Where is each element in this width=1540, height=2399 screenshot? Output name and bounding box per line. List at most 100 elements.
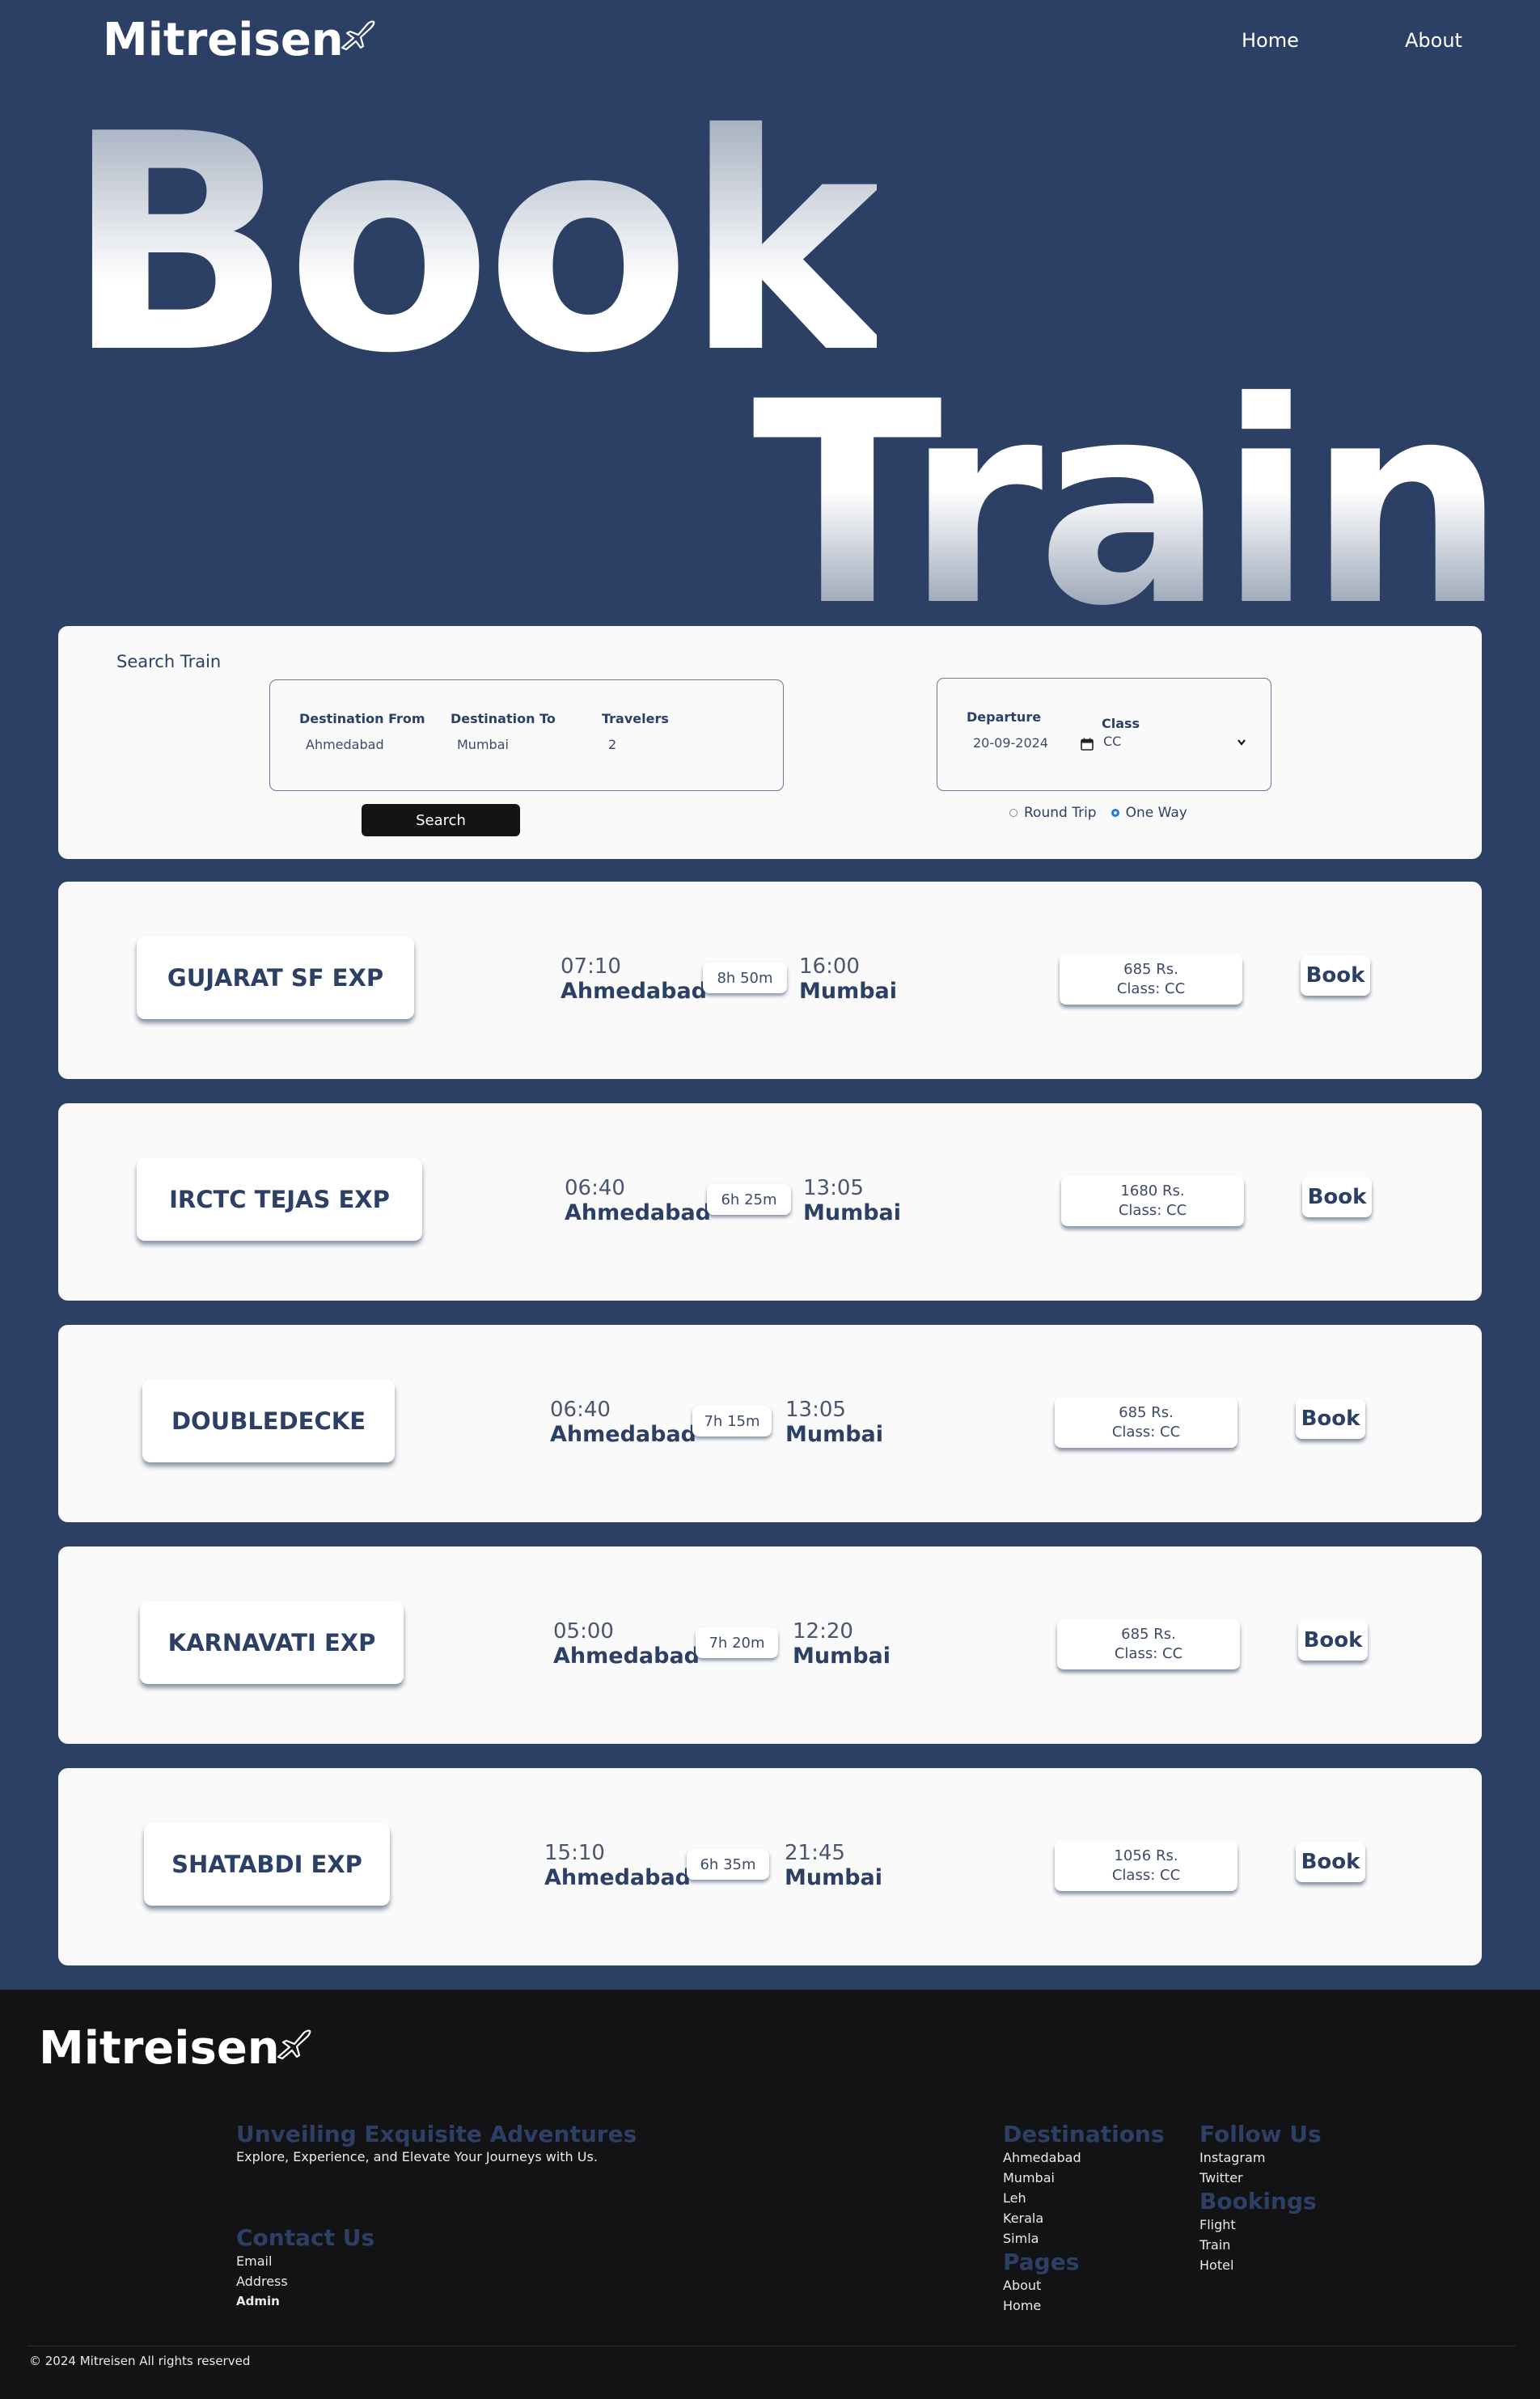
chevron-down-icon — [1238, 739, 1246, 746]
booking-link-flight[interactable]: Flight — [1199, 2215, 1322, 2235]
to-input[interactable]: Mumbai — [457, 737, 509, 752]
site-logo[interactable]: Mitreisen — [103, 11, 376, 68]
departure-time: 06:40 — [550, 1398, 611, 1422]
nav-about-link[interactable]: About — [1405, 29, 1462, 52]
train-name: KARNAVATI EXP — [140, 1601, 404, 1684]
arrival-time: 12:20 — [793, 1619, 853, 1644]
train-name: SHATABDI EXP — [144, 1823, 390, 1906]
fare-price: 685 Rs. — [1121, 1625, 1176, 1643]
footer-logo[interactable]: Mitreisen — [39, 2022, 312, 2075]
nav-home-link[interactable]: Home — [1242, 29, 1299, 52]
pages-title: Pages — [1003, 2249, 1080, 2275]
page-link-home[interactable]: Home — [1003, 2295, 1165, 2316]
arrival-city: Mumbai — [793, 1644, 891, 1669]
logo-text: Mitreisen — [103, 13, 344, 66]
arrival-city: Mumbai — [799, 979, 898, 1004]
fare-box: 685 Rs. Class: CC — [1060, 954, 1242, 1005]
calendar-icon[interactable] — [1081, 738, 1094, 751]
twitter-link[interactable]: Twitter — [1199, 2168, 1322, 2188]
class-select-value: CC — [1103, 734, 1122, 749]
class-select[interactable]: CC — [1103, 734, 1249, 753]
arrival-city: Mumbai — [785, 1422, 884, 1447]
instagram-link[interactable]: Instagram — [1199, 2147, 1322, 2168]
travelers-label: Travelers — [602, 711, 669, 726]
departure-city: Ahmedabad — [565, 1200, 711, 1225]
book-button[interactable]: Book — [1302, 1177, 1372, 1217]
destinations-title: Destinations — [1003, 2121, 1165, 2147]
contact-address-link[interactable]: Address — [236, 2271, 374, 2291]
duration-badge: 6h 35m — [687, 1849, 769, 1880]
tagline-text: Explore, Experience, and Elevate Your Jo… — [236, 2149, 598, 2164]
destination-link[interactable]: Simla — [1003, 2228, 1165, 2249]
arrival-city: Mumbai — [785, 1865, 883, 1890]
search-title: Search Train — [116, 652, 222, 671]
trip-type-group: Round Trip One Way — [1009, 805, 1187, 821]
departure-city: Ahmedabad — [561, 979, 707, 1004]
contact-email-link[interactable]: Email — [236, 2251, 374, 2271]
arrival-time: 21:45 — [785, 1841, 845, 1865]
arrival-time: 13:05 — [803, 1176, 864, 1200]
page-link-about[interactable]: About — [1003, 2275, 1165, 2295]
footer-tagline: Unveiling Exquisite Adventures Explore, … — [236, 2121, 637, 2164]
fare-price: 685 Rs. — [1119, 1403, 1174, 1421]
route-fields-box: Destination From Ahmedabad Destination T… — [269, 679, 784, 791]
departure-city: Ahmedabad — [550, 1422, 696, 1447]
departure-date-input[interactable]: 20-09-2024 — [973, 735, 1048, 751]
book-button[interactable]: Book — [1296, 1398, 1365, 1439]
bookings-title: Bookings — [1199, 2188, 1317, 2215]
train-name: GUJARAT SF EXP — [137, 937, 414, 1019]
airplane-icon — [277, 2029, 311, 2059]
duration-badge: 8h 50m — [703, 963, 787, 993]
from-label: Destination From — [299, 711, 425, 726]
departure-time: 15:10 — [544, 1841, 605, 1865]
search-panel: Search Train Destination From Ahmedabad … — [58, 626, 1482, 859]
tagline-title: Unveiling Exquisite Adventures — [236, 2121, 637, 2147]
fare-box: 1680 Rs. Class: CC — [1061, 1176, 1244, 1226]
follow-title: Follow Us — [1199, 2121, 1322, 2147]
fare-price: 1680 Rs. — [1120, 1182, 1185, 1200]
departure-city: Ahmedabad — [544, 1865, 691, 1890]
train-card: DOUBLEDECKE 06:40 Ahmedabad 7h 15m 13:05… — [58, 1325, 1482, 1522]
footer-follow: Follow Us Instagram Twitter Bookings Fli… — [1199, 2121, 1322, 2275]
train-card: SHATABDI EXP 15:10 Ahmedabad 6h 35m 21:4… — [58, 1768, 1482, 1965]
travelers-input[interactable]: 2 — [608, 737, 616, 752]
airplane-icon — [341, 20, 375, 51]
hero-title-train: Train — [752, 343, 1506, 667]
departure-city: Ahmedabad — [553, 1644, 700, 1669]
departure-time: 07:10 — [561, 954, 621, 979]
search-button[interactable]: Search — [362, 804, 520, 836]
arrival-time: 16:00 — [799, 954, 860, 979]
fare-class: Class: CC — [1111, 1424, 1181, 1441]
fare-class: Class: CC — [1114, 1645, 1183, 1662]
fare-box: 685 Rs. Class: CC — [1055, 1398, 1238, 1448]
one-way-label[interactable]: One Way — [1126, 805, 1187, 821]
fare-class: Class: CC — [1116, 980, 1186, 997]
destination-link[interactable]: Mumbai — [1003, 2168, 1165, 2188]
one-way-radio[interactable] — [1111, 809, 1119, 817]
duration-badge: 7h 15m — [692, 1406, 772, 1436]
fare-class: Class: CC — [1111, 1867, 1181, 1884]
book-button[interactable]: Book — [1298, 1620, 1368, 1661]
booking-link-hotel[interactable]: Hotel — [1199, 2255, 1322, 2275]
destination-link[interactable]: Leh — [1003, 2188, 1165, 2208]
destination-link[interactable]: Ahmedabad — [1003, 2147, 1165, 2168]
book-button[interactable]: Book — [1301, 955, 1370, 996]
train-name: DOUBLEDECKE — [142, 1380, 395, 1462]
from-input[interactable]: Ahmedabad — [306, 737, 384, 752]
train-card: GUJARAT SF EXP 07:10 Ahmedabad 8h 50m 16… — [58, 882, 1482, 1079]
departure-label: Departure — [967, 709, 1042, 725]
fare-box: 685 Rs. Class: CC — [1057, 1619, 1240, 1669]
footer-contact: Contact Us Email Address Admin — [236, 2224, 374, 2312]
round-trip-radio[interactable] — [1009, 809, 1018, 817]
duration-badge: 7h 20m — [696, 1627, 778, 1658]
to-label: Destination To — [451, 711, 556, 726]
round-trip-label[interactable]: Round Trip — [1024, 805, 1097, 821]
duration-badge: 6h 25m — [707, 1184, 791, 1215]
book-button[interactable]: Book — [1296, 1842, 1365, 1882]
arrival-time: 13:05 — [785, 1398, 846, 1422]
contact-admin-link[interactable]: Admin — [236, 2291, 374, 2312]
booking-link-train[interactable]: Train — [1199, 2235, 1322, 2255]
destination-link[interactable]: Kerala — [1003, 2208, 1165, 2228]
contact-title: Contact Us — [236, 2224, 375, 2251]
footer-destinations: Destinations Ahmedabad Mumbai Leh Kerala… — [1003, 2121, 1165, 2316]
